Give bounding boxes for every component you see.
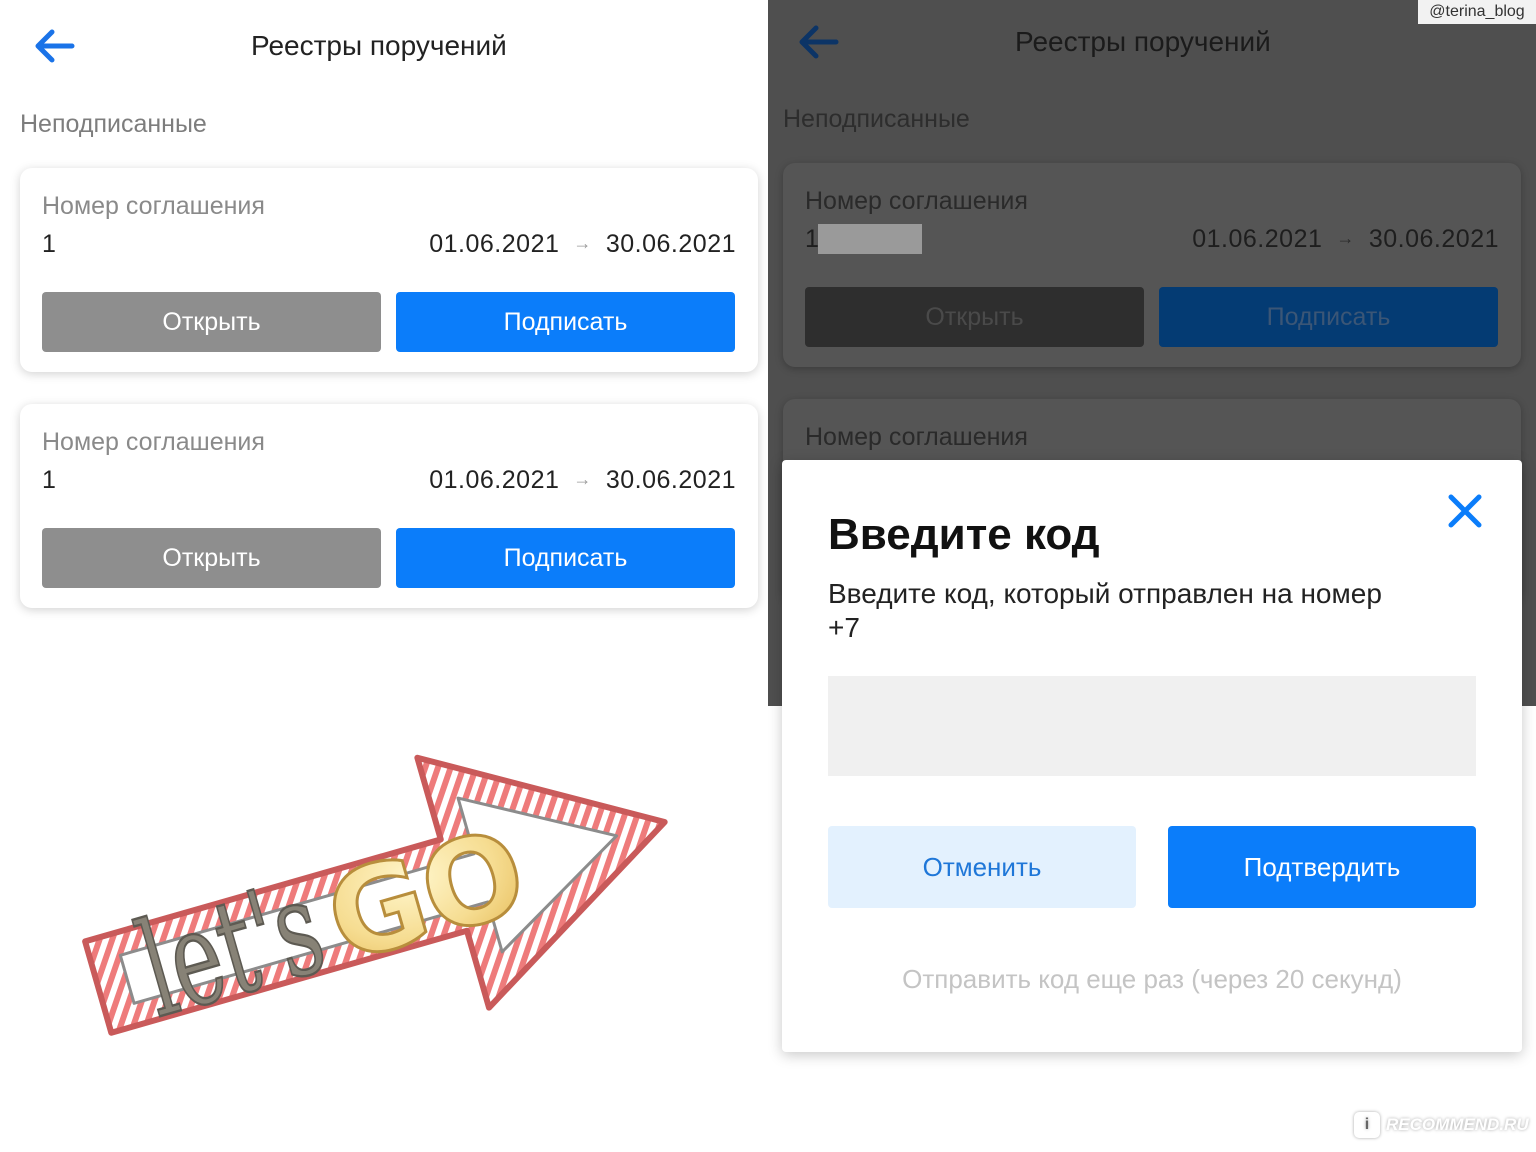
back-arrow-icon: [799, 25, 839, 59]
lets-go-sticker: let's GO: [82, 754, 668, 1049]
recommend-text: RECOMMEND.RU: [1386, 1115, 1529, 1134]
sign-button[interactable]: Подписать: [396, 528, 735, 588]
cancel-button[interactable]: Отменить: [828, 826, 1136, 908]
date-to: 30.06.2021: [605, 466, 736, 494]
dialog-title: Введите код: [828, 510, 1100, 559]
section-unsigned: Неподписанные: [783, 105, 970, 133]
agreement-number-label: Номер соглашения: [42, 192, 265, 220]
open-button: Открыть: [805, 287, 1144, 347]
arrow-right-icon: →: [573, 469, 592, 489]
date-to: 30.06.2021: [605, 230, 736, 258]
arrow-right-icon: →: [573, 233, 592, 253]
date-range: 01.06.2021 → 30.06.2021: [429, 230, 736, 259]
open-button[interactable]: Открыть: [42, 292, 381, 352]
page-title: Реестры поручений: [251, 30, 507, 61]
code-input[interactable]: [828, 676, 1476, 776]
confirm-button[interactable]: Подтвердить: [1168, 826, 1476, 908]
date-from: 01.06.2021: [429, 466, 560, 494]
back-arrow-icon[interactable]: [32, 28, 76, 64]
agreement-number: 1: [42, 230, 56, 258]
section-unsigned: Неподписанные: [20, 110, 207, 138]
date-from: 01.06.2021: [429, 230, 560, 258]
page-title: Реестры поручений: [1015, 26, 1271, 57]
agreement-number-label: Номер соглашения: [805, 423, 1028, 451]
date-range: 01.06.2021 → 30.06.2021: [429, 466, 736, 495]
agreement-number-label: Номер соглашения: [42, 428, 265, 456]
agreement-card: Номер соглашения 1 01.06.2021 → 30.06.2021…: [783, 163, 1521, 367]
recommend-logo-icon: i: [1354, 1112, 1380, 1138]
date-from: 01.06.2021: [1192, 225, 1323, 253]
agreement-card: Номер соглашения 1 01.06.2021 → 30.06.2021…: [20, 168, 758, 372]
agreement-number: 1: [805, 225, 819, 253]
dialog-message: Введите код, который отправлен на номер: [828, 578, 1382, 609]
enter-code-dialog: Введите код Введите код, который отправл…: [782, 460, 1522, 1052]
close-x-icon[interactable]: [1446, 492, 1484, 530]
left-screen: Реестры поручений Неподписанные Номер со…: [0, 0, 768, 1152]
sign-button[interactable]: Подписать: [396, 292, 735, 352]
arrow-right-icon: →: [1336, 228, 1355, 248]
agreement-card: Номер соглашения 1 01.06.2021 → 30.06.2021…: [20, 404, 758, 608]
phone-number: +7: [828, 612, 860, 643]
date-range: 01.06.2021 → 30.06.2021: [1192, 225, 1499, 254]
recommend-watermark: i RECOMMEND.RU: [1346, 1108, 1536, 1142]
open-button[interactable]: Открыть: [42, 528, 381, 588]
resend-code-link[interactable]: Отправить код еще раз (через 20 секунд): [782, 964, 1522, 995]
sign-button: Подписать: [1159, 287, 1498, 347]
redaction-box: [818, 224, 922, 254]
agreement-number-label: Номер соглашения: [805, 187, 1028, 215]
agreement-number: 1: [42, 466, 56, 494]
date-to: 30.06.2021: [1368, 225, 1499, 253]
author-watermark: @terina_blog: [1418, 0, 1536, 24]
